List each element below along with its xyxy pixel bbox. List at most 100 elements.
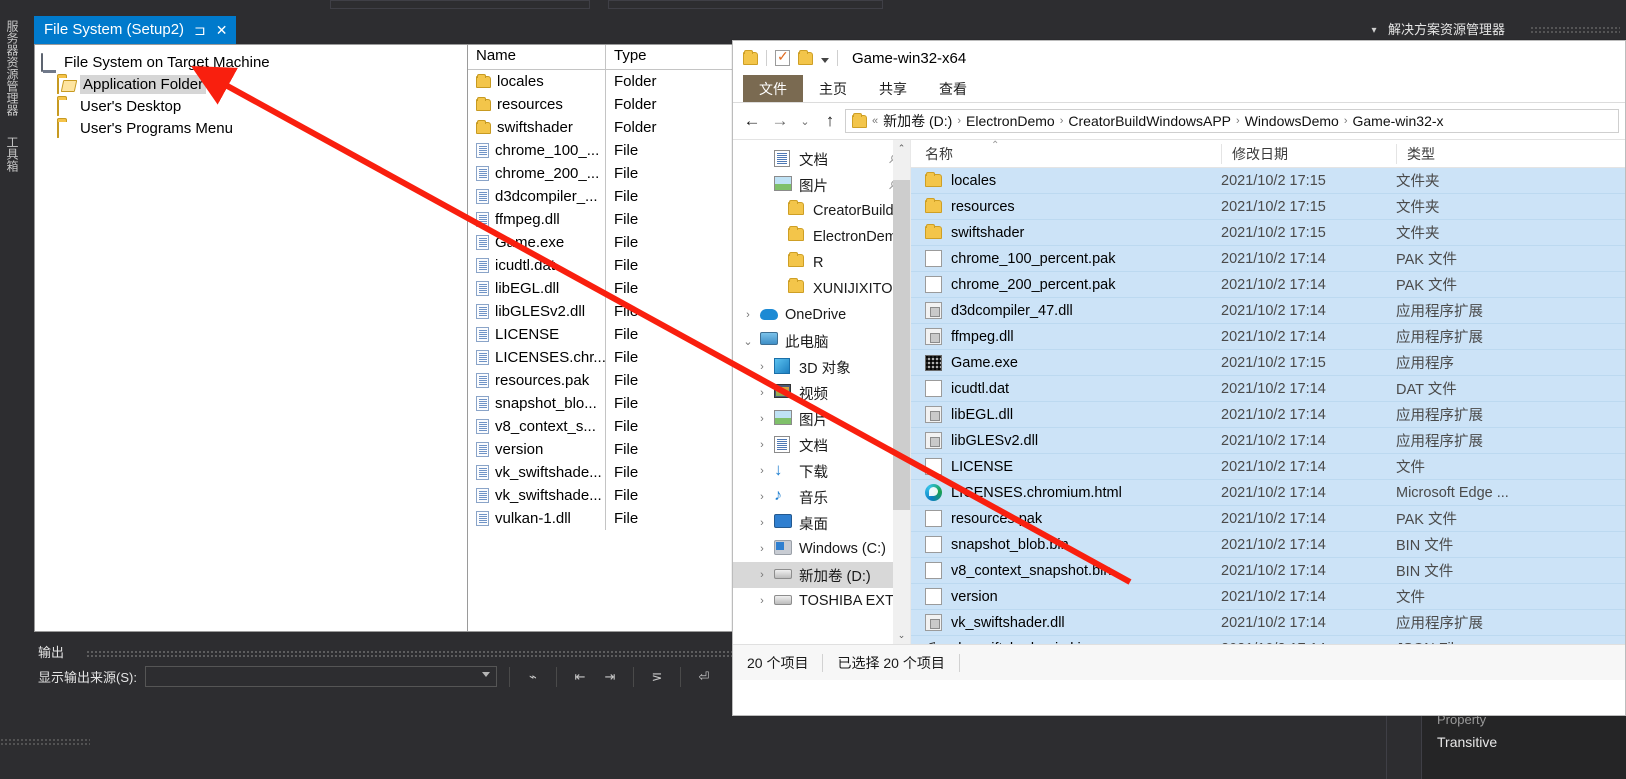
file-row[interactable]: LICENSES.chromium.html 2021/10/2 17:14 Mic… — [911, 480, 1625, 506]
explorer-navigation-pane[interactable]: 文档⚲图片⚲CreatorBuildWi ElectronDemo R XUNIJIX… — [733, 140, 911, 644]
recent-locations-icon[interactable]: ⌄ — [795, 108, 815, 134]
designer-list-row[interactable]: LICENSE File — [468, 323, 733, 346]
file-row[interactable]: resources 2021/10/2 17:15 文件夹 — [911, 194, 1625, 220]
nav-tree-item[interactable]: ⌄ 此电脑 — [733, 328, 910, 354]
output-source-select[interactable] — [144, 666, 497, 687]
nav-tree-item[interactable]: R — [733, 250, 910, 276]
tree-node-target-machine[interactable]: File System on Target Machine — [41, 51, 467, 73]
tree-node-users-desktop[interactable]: User's Desktop — [41, 95, 467, 117]
file-row[interactable]: icudtl.dat 2021/10/2 17:14 DAT 文件 — [911, 376, 1625, 402]
file-row[interactable]: chrome_100_percent.pak 2021/10/2 17:14 PAK… — [911, 246, 1625, 272]
file-row[interactable]: vk_swiftshader_icd.json 2021/10/2 17:14JS… — [911, 636, 1625, 644]
designer-list-row[interactable]: libGLESv2.dll File — [468, 300, 733, 323]
ribbon-tab-file[interactable]: 文件 — [743, 75, 803, 102]
chevron-down-icon[interactable]: ⌄ — [741, 335, 755, 348]
nav-tree-item[interactable]: CreatorBuildWi — [733, 198, 910, 224]
scroll-down-icon[interactable]: ⌄ — [893, 627, 910, 644]
back-arrow-icon[interactable]: ← — [739, 108, 765, 134]
designer-list-row[interactable]: version File — [468, 438, 733, 461]
ribbon-tab-view[interactable]: 查看 — [923, 75, 983, 102]
breadcrumb-item[interactable]: ElectronDemo — [966, 113, 1055, 129]
designer-list-row[interactable]: vk_swiftshade... File — [468, 461, 733, 484]
nav-tree-item[interactable]: › 桌面 — [733, 510, 910, 536]
file-row[interactable]: swiftshader 2021/10/2 17:15 文件夹 — [911, 220, 1625, 246]
properties-check-icon[interactable] — [775, 48, 790, 66]
designer-list-row[interactable]: libEGL.dll File — [468, 277, 733, 300]
pin-icon[interactable]: ⊐ — [194, 16, 206, 44]
chevron-right-icon[interactable]: › — [755, 569, 769, 581]
address-bar[interactable]: « 新加卷 (D:) › ElectronDemo › CreatorBuild… — [845, 109, 1619, 133]
designer-list-row[interactable]: swiftshader Folder — [468, 116, 733, 139]
breadcrumb-item[interactable]: CreatorBuildWindowsAPP — [1068, 113, 1231, 129]
file-row[interactable]: libGLESv2.dll 2021/10/2 17:14 应用程序扩展 — [911, 428, 1625, 454]
chevron-right-icon[interactable]: › — [755, 387, 769, 399]
chevron-right-icon[interactable]: › — [755, 491, 769, 503]
file-row[interactable]: vk_swiftshader.dll 2021/10/2 17:14 应用程序扩展 — [911, 610, 1625, 636]
scrollbar-thumb[interactable] — [893, 180, 910, 510]
nav-tree-item[interactable]: › 新加卷 (D:) — [733, 562, 910, 588]
nav-tree-item[interactable]: › 图片 — [733, 406, 910, 432]
file-row[interactable]: libEGL.dll 2021/10/2 17:14 应用程序扩展 — [911, 402, 1625, 428]
designer-list-row[interactable]: v8_context_s... File — [468, 415, 733, 438]
up-arrow-icon[interactable]: ↑ — [817, 108, 843, 134]
tree-node-users-programs-menu[interactable]: User's Programs Menu — [41, 117, 467, 139]
designer-list-row[interactable]: icudtl.dat File — [468, 254, 733, 277]
go-to-next-icon[interactable]: ⇥ — [599, 667, 621, 687]
chevron-right-icon[interactable]: › — [755, 465, 769, 477]
explorer-file-list[interactable]: ⌃ 名称 修改日期 类型 locales 2021/10/2 17:15 文件夹 re… — [911, 140, 1625, 644]
file-row[interactable]: chrome_200_percent.pak 2021/10/2 17:14 PAK… — [911, 272, 1625, 298]
designer-list-row[interactable]: snapshot_blo... File — [468, 392, 733, 415]
designer-list-row[interactable]: locales Folder — [468, 70, 733, 93]
clear-all-icon[interactable]: ⌁ — [522, 667, 544, 687]
column-header-type[interactable]: 类型 — [1396, 143, 1625, 164]
designer-list-row[interactable]: LICENSES.chr... File — [468, 346, 733, 369]
file-row[interactable]: LICENSE 2021/10/2 17:14 文件 — [911, 454, 1625, 480]
chevron-right-icon[interactable]: › — [755, 361, 769, 373]
nav-tree-item[interactable]: › 音乐 — [733, 484, 910, 510]
folder-icon[interactable] — [743, 49, 758, 65]
nav-tree-item[interactable]: XUNIJIXITONG — [733, 276, 910, 302]
designer-list-row[interactable]: vk_swiftshade... File — [468, 484, 733, 507]
designer-list-row[interactable]: chrome_100_... File — [468, 139, 733, 162]
designer-list-row[interactable]: Game.exe File — [468, 231, 733, 254]
toggle-icon[interactable]: ⋝ — [646, 667, 668, 687]
designer-list-row[interactable]: vulkan-1.dll File — [468, 507, 733, 530]
chevron-right-icon[interactable]: › — [741, 309, 755, 321]
nav-tree-item[interactable]: 图片⚲ — [733, 172, 910, 198]
column-header-type[interactable]: Type — [606, 45, 733, 69]
nav-tree-item[interactable]: › TOSHIBA EXT (I — [733, 588, 910, 614]
file-row[interactable]: d3dcompiler_47.dll 2021/10/2 17:14 应用程序扩展 — [911, 298, 1625, 324]
nav-tree-item[interactable]: › 下载 — [733, 458, 910, 484]
chevron-right-icon[interactable]: › — [755, 517, 769, 529]
tab-solution-explorer[interactable]: 解决方案资源管理器 — [1388, 18, 1505, 42]
file-system-tree[interactable]: File System on Target Machine Applicatio… — [35, 45, 468, 631]
column-header-name[interactable]: Name — [468, 45, 606, 69]
designer-list-row[interactable]: ffmpeg.dll File — [468, 208, 733, 231]
nav-tree-item[interactable]: 文档⚲ — [733, 146, 910, 172]
file-row[interactable]: locales 2021/10/2 17:15 文件夹 — [911, 168, 1625, 194]
file-row[interactable]: version 2021/10/2 17:14 文件 — [911, 584, 1625, 610]
explorer-title-bar[interactable]: Game-win32-x64 — [733, 41, 1625, 75]
dock-tab-toolbox[interactable]: 工具箱 — [0, 130, 25, 178]
forward-arrow-icon[interactable]: → — [767, 108, 793, 134]
new-folder-icon[interactable] — [798, 49, 813, 65]
close-icon[interactable]: ✕ — [216, 16, 228, 44]
nav-tree-item[interactable]: › 3D 对象 — [733, 354, 910, 380]
file-row[interactable]: Game.exe 2021/10/2 17:15 应用程序 — [911, 350, 1625, 376]
ribbon-tab-share[interactable]: 共享 — [863, 75, 923, 102]
chevron-right-icon[interactable]: › — [755, 595, 769, 607]
nav-tree-item[interactable]: › OneDrive — [733, 302, 910, 328]
properties-value[interactable]: Transitive — [1437, 734, 1497, 750]
chevron-right-icon[interactable]: › — [755, 413, 769, 425]
breadcrumb-item[interactable]: 新加卷 (D:) — [883, 111, 952, 131]
chevron-right-icon[interactable]: › — [755, 543, 769, 555]
tab-file-system-setup2[interactable]: File System (Setup2) ⊐ ✕ — [34, 16, 236, 44]
nav-tree-item[interactable]: › 文档 — [733, 432, 910, 458]
designer-list-row[interactable]: chrome_200_... File — [468, 162, 733, 185]
word-wrap-icon[interactable]: ⏎ — [693, 667, 715, 687]
dock-tab-server-explorer[interactable]: 服务器资源管理器 — [0, 14, 25, 122]
file-row[interactable]: snapshot_blob.bin 2021/10/2 17:14 BIN 文件 — [911, 532, 1625, 558]
nav-tree-item[interactable]: › Windows (C:) — [733, 536, 910, 562]
designer-list-row[interactable]: resources.pak File — [468, 369, 733, 392]
scroll-up-icon[interactable]: ⌃ — [893, 140, 910, 157]
